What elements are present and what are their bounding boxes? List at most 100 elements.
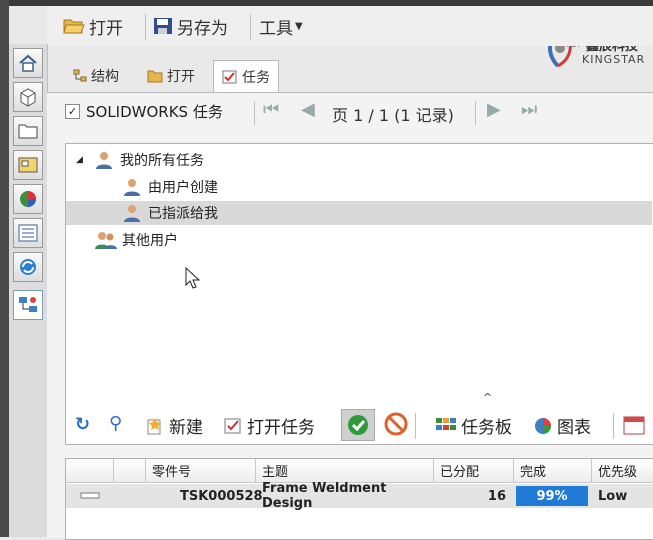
prev-page-icon[interactable]: ◀	[301, 99, 315, 120]
column-header-subject[interactable]: 主题	[256, 459, 434, 483]
tab-tasks[interactable]: 任务	[213, 60, 279, 92]
sidebar-folder-button[interactable]	[13, 116, 43, 146]
tab-structure-label: 结构	[91, 69, 119, 85]
tree-item-label: 我的所有任务	[120, 153, 204, 169]
main-toolbar: 打开 另存为 工具 ▼	[47, 6, 653, 46]
user-icon	[124, 179, 140, 196]
nav-separator	[475, 101, 476, 125]
tab-tasks-label: 任务	[242, 69, 270, 86]
color-wheel-icon	[20, 191, 36, 207]
view-tabs: 结构 打开 任务	[47, 60, 653, 92]
tab-open[interactable]: 打开	[139, 62, 203, 90]
search-icon[interactable]: ⚲	[109, 413, 122, 434]
new-task-label: 新建	[169, 418, 203, 438]
tree-item-label: 其他用户	[122, 233, 178, 249]
sidebar-tasks-button[interactable]	[13, 290, 43, 320]
toolbar-separator	[250, 14, 251, 40]
left-sidebar	[9, 44, 48, 537]
home-icon	[19, 54, 37, 72]
cell-complete-progress: 99%	[516, 486, 588, 506]
save-as-label: 另存为	[177, 18, 228, 39]
nav-separator	[254, 101, 255, 125]
chart-label: 图表	[557, 418, 591, 438]
task-board-icon	[436, 417, 456, 430]
toolbar-separator	[145, 14, 146, 40]
calendar-icon[interactable]	[623, 415, 645, 435]
sidebar-list-button[interactable]	[13, 218, 43, 248]
task-nav-bar: ✓ SOLIDWORKS 任务 ⏮ ◀ 页 1 / 1 (1 记录) ▶ ⏭	[47, 93, 653, 131]
column-header-priority[interactable]: 优先级	[592, 459, 653, 483]
tree-item-other-users[interactable]: 其他用户	[66, 228, 652, 252]
cancel-task-button[interactable]	[383, 411, 409, 441]
task-action-bar: ↻ ⚲ 新建 打开任务 任务板 图表	[65, 405, 653, 447]
page-indicator: 页 1 / 1 (1 记录)	[332, 106, 454, 125]
row-type-icon	[80, 492, 100, 499]
user-icon	[96, 152, 112, 169]
structure-icon	[73, 69, 87, 82]
tab-open-label: 打开	[167, 69, 195, 85]
tree-item-my-tasks[interactable]: ◢ 我的所有任务	[66, 148, 652, 172]
sidebar-home-button[interactable]	[13, 48, 43, 78]
complete-task-button[interactable]	[341, 409, 375, 441]
sidebar-parts-button[interactable]	[13, 82, 43, 112]
column-header-part-number[interactable]: 零件号	[146, 459, 256, 483]
refresh-globe-icon	[20, 259, 36, 275]
task-board-label: 任务板	[461, 418, 512, 438]
cancel-icon	[384, 412, 408, 436]
column-header-assigned[interactable]: 已分配	[434, 459, 514, 483]
cell-part-number: TSK000528	[180, 488, 263, 504]
checkbox-checked-icon: ✓	[65, 104, 80, 119]
cell-assigned: 16	[487, 488, 506, 504]
dropdown-arrow-icon: ▼	[295, 20, 303, 32]
open-task-label: 打开任务	[247, 418, 315, 438]
drawing-icon	[18, 157, 38, 173]
tree-item-created-by-user[interactable]: 由用户创建	[66, 175, 652, 199]
solidworks-tasks-label: SOLIDWORKS 任务	[86, 103, 223, 121]
task-check-icon	[222, 70, 237, 83]
tasks-panel: ✓ SOLIDWORKS 任务 ⏮ ◀ 页 1 / 1 (1 记录) ▶ ⏭ ◢…	[47, 92, 653, 540]
refresh-icon[interactable]: ↻	[75, 414, 90, 435]
sidebar-drawing-button[interactable]	[13, 150, 43, 180]
workflow-icon	[19, 297, 37, 312]
first-page-icon[interactable]: ⏮	[263, 99, 279, 120]
new-task-icon	[147, 417, 161, 434]
chart-button[interactable]: 图表	[533, 413, 591, 438]
collapse-arrow-icon[interactable]: ◢	[76, 155, 90, 165]
tools-menu[interactable]: 工具 ▼	[259, 14, 303, 39]
tools-label: 工具	[259, 18, 293, 39]
tree-item-assigned-to-me[interactable]: 已指派给我	[66, 201, 652, 225]
new-task-button[interactable]: 新建	[145, 413, 203, 438]
tab-structure[interactable]: 结构	[65, 62, 127, 90]
last-page-icon[interactable]: ⏭	[521, 99, 537, 120]
open-task-button[interactable]: 打开任务	[223, 413, 315, 438]
open-button[interactable]: 打开	[63, 14, 123, 39]
task-grid: 零件号 主题 已分配 完成 优先级 TSK000528 Frame Weldme…	[65, 458, 653, 540]
task-tree: ◢ 我的所有任务 由用户创建 已指派给我 其他用户	[65, 143, 653, 445]
grid-header-blank	[66, 459, 114, 483]
grid-header-blank	[114, 459, 146, 483]
save-icon	[154, 18, 172, 34]
next-page-icon[interactable]: ▶	[487, 99, 501, 120]
tree-item-label: 已指派给我	[148, 206, 218, 222]
cell-subject: Frame Weldment Design	[262, 481, 387, 511]
cube-icon	[20, 88, 36, 107]
mouse-cursor-icon	[185, 266, 201, 289]
open-label: 打开	[89, 18, 123, 39]
action-separator	[415, 413, 416, 439]
column-header-complete[interactable]: 完成	[514, 459, 592, 483]
folder-icon	[18, 124, 38, 139]
users-group-icon	[95, 232, 117, 249]
action-separator	[613, 413, 614, 439]
sidebar-sync-button[interactable]	[13, 252, 43, 282]
task-board-button[interactable]: 任务板	[435, 413, 512, 438]
solidworks-tasks-checkbox[interactable]: ✓ SOLIDWORKS 任务	[65, 101, 223, 122]
sidebar-color-button[interactable]	[13, 184, 43, 214]
task-check-icon	[224, 418, 241, 433]
user-icon	[124, 205, 140, 222]
splitter-up-arrow-icon[interactable]: ^	[483, 391, 492, 404]
tree-item-label: 由用户创建	[148, 180, 218, 196]
folder-open-icon	[63, 19, 85, 34]
list-icon	[18, 224, 38, 242]
folder-open-icon	[147, 70, 163, 83]
save-as-button[interactable]: 另存为	[153, 14, 228, 39]
